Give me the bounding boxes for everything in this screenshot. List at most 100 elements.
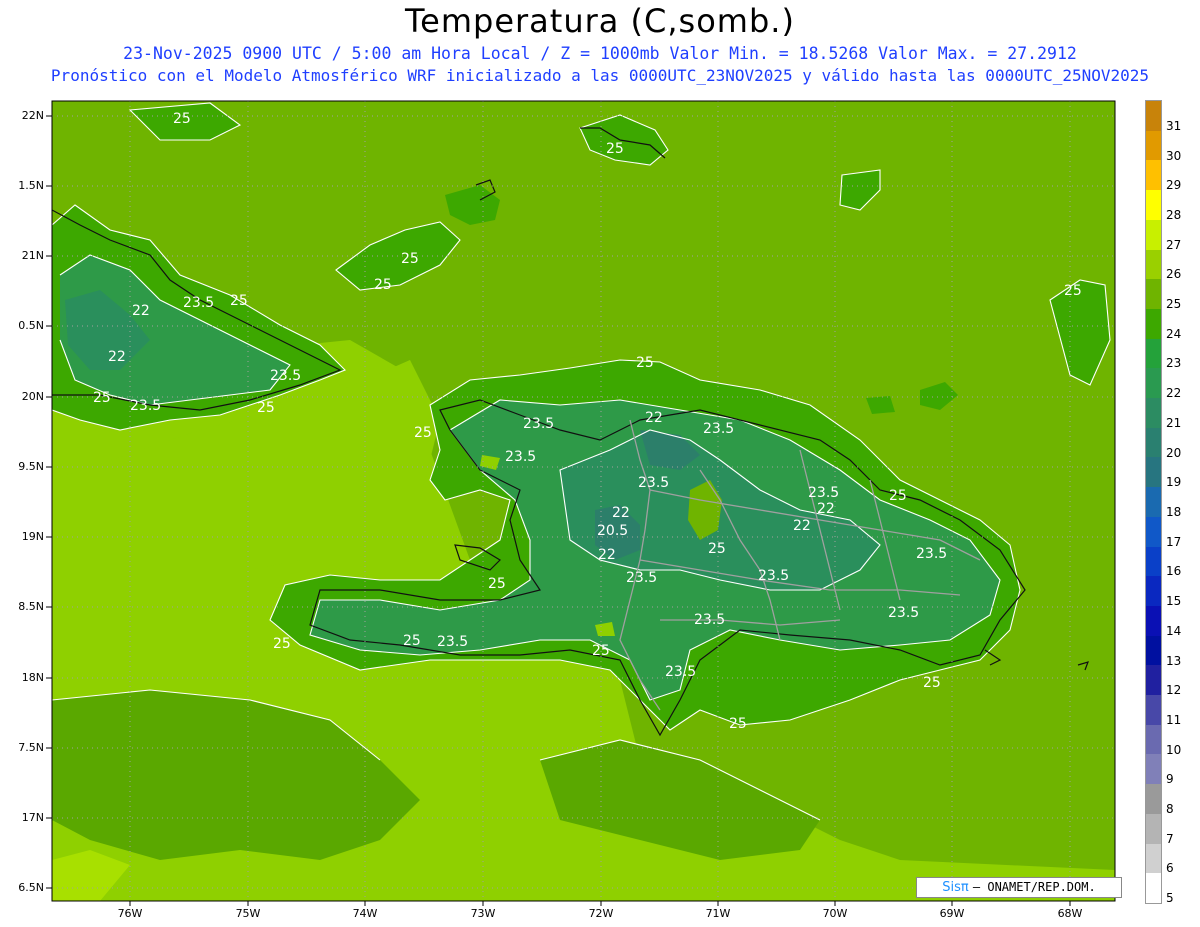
contour-label: 23.5 [505,449,536,465]
legend-bin [1146,249,1161,280]
lat-label: 18N [21,671,44,684]
contour-label: 25 [729,716,747,732]
contour-label: 22 [645,410,663,426]
legend-label: 15 [1166,594,1182,609]
contour-label: 23.5 [694,612,725,628]
legend-label: 26 [1166,267,1182,282]
contour-label: 25 [592,643,610,659]
legend-label: 21 [1166,415,1182,430]
lat-label: 20N [21,390,44,403]
lat-label: 21N [21,249,44,262]
contour-label: 23.5 [130,398,161,414]
lon-label: 71W [705,907,731,920]
contour-label: 25 [636,355,654,371]
lat-label: 22N [21,109,44,122]
legend-bin [1146,873,1161,904]
contour-label: 23.5 [626,570,657,586]
legend-bin [1146,487,1161,518]
contour-label: 25 [401,251,419,267]
color-legend [1145,100,1162,904]
contour-label: 23.5 [183,295,214,311]
contour-label: 25 [889,488,907,504]
legend-bin [1146,160,1161,191]
legend-bin [1146,398,1161,429]
legend-bin [1146,219,1161,251]
legend-label: 18 [1166,505,1182,519]
legend-bin [1146,101,1161,132]
legend-bin [1146,308,1161,340]
legend-label: 12 [1166,683,1182,698]
legend-bin [1146,635,1161,666]
legend-label: 25 [1166,297,1182,312]
legend-label: 23 [1166,356,1182,371]
legend-label: 13 [1166,653,1182,668]
contour-label: 23.5 [523,416,554,432]
legend-bin [1146,843,1161,874]
legend-bin [1146,695,1161,726]
legend-bin [1146,279,1161,310]
contour-label: 22 [793,518,811,534]
legend-label: 6 [1166,861,1174,876]
legend-bin [1146,754,1161,785]
lon-label: 73W [470,907,496,920]
lon-label: 69W [939,907,965,920]
legend-label: 31 [1166,118,1182,133]
legend-label: 19 [1166,475,1182,490]
contour-label: 23.5 [916,546,947,562]
contour-label: 25 [230,293,248,309]
legend-bin [1146,784,1161,815]
credit-box: Sisπ – ONAMET/REP.DOM. [916,877,1122,898]
lat-label: 7.5N [18,741,44,754]
legend-bin [1146,576,1161,607]
contour-label: 25 [414,425,432,441]
contour-label: 20.5 [597,523,628,539]
legend-bin [1146,605,1161,637]
contour-label: 25 [923,675,941,691]
lon-label: 75W [235,907,261,920]
contour-label: 25 [1064,283,1082,299]
legend-label: 7 [1166,831,1174,846]
legend-label: 27 [1166,237,1182,252]
contour-label: 22 [817,501,835,517]
contour-label: 25 [403,633,421,649]
legend-bin [1146,457,1161,488]
legend-bin [1146,427,1161,458]
legend-bin [1146,724,1161,755]
legend-label: 8 [1166,802,1174,817]
contour-label: 25 [708,541,726,557]
contour-label: 25 [273,636,291,652]
temperature-map: 25 25 25 25 25 25 22 23.5 25 22 23.5 25 … [46,100,1116,906]
legend-label: 22 [1166,386,1182,401]
contour-label: 23.5 [665,664,696,680]
contour-label: 25 [374,277,392,293]
lon-label: 74W [352,907,378,920]
legend-bin [1146,813,1161,845]
legend-bin [1146,190,1161,221]
legend-label: 5 [1166,891,1174,906]
contour-label: 23.5 [270,368,301,384]
legend-bin [1146,368,1161,399]
contour-label: 23.5 [808,485,839,501]
legend-label: 14 [1166,623,1182,638]
legend-bin [1146,338,1161,369]
legend-label: 28 [1166,207,1182,222]
lat-label: 9.5N [18,460,44,473]
contour-label: 25 [173,111,191,127]
lon-label: 70W [822,907,848,920]
legend-label: 11 [1166,712,1182,727]
legend-label: 30 [1166,148,1182,163]
lon-label: 68W [1057,907,1083,920]
legend-label: 9 [1166,772,1174,787]
contour-label: 25 [93,390,111,406]
lon-label: 76W [117,907,143,920]
legend-bin [1146,516,1161,548]
contour-label: 23.5 [888,605,919,621]
contour-label: 25 [488,576,506,592]
legend-label: 10 [1166,742,1182,757]
contour-label: 25 [606,141,624,157]
contour-label: 23.5 [638,475,669,491]
contour-label: 25 [257,400,275,416]
lat-label: 0.5N [18,319,44,332]
legend-label: 29 [1166,178,1182,193]
legend-label: 16 [1166,564,1182,579]
